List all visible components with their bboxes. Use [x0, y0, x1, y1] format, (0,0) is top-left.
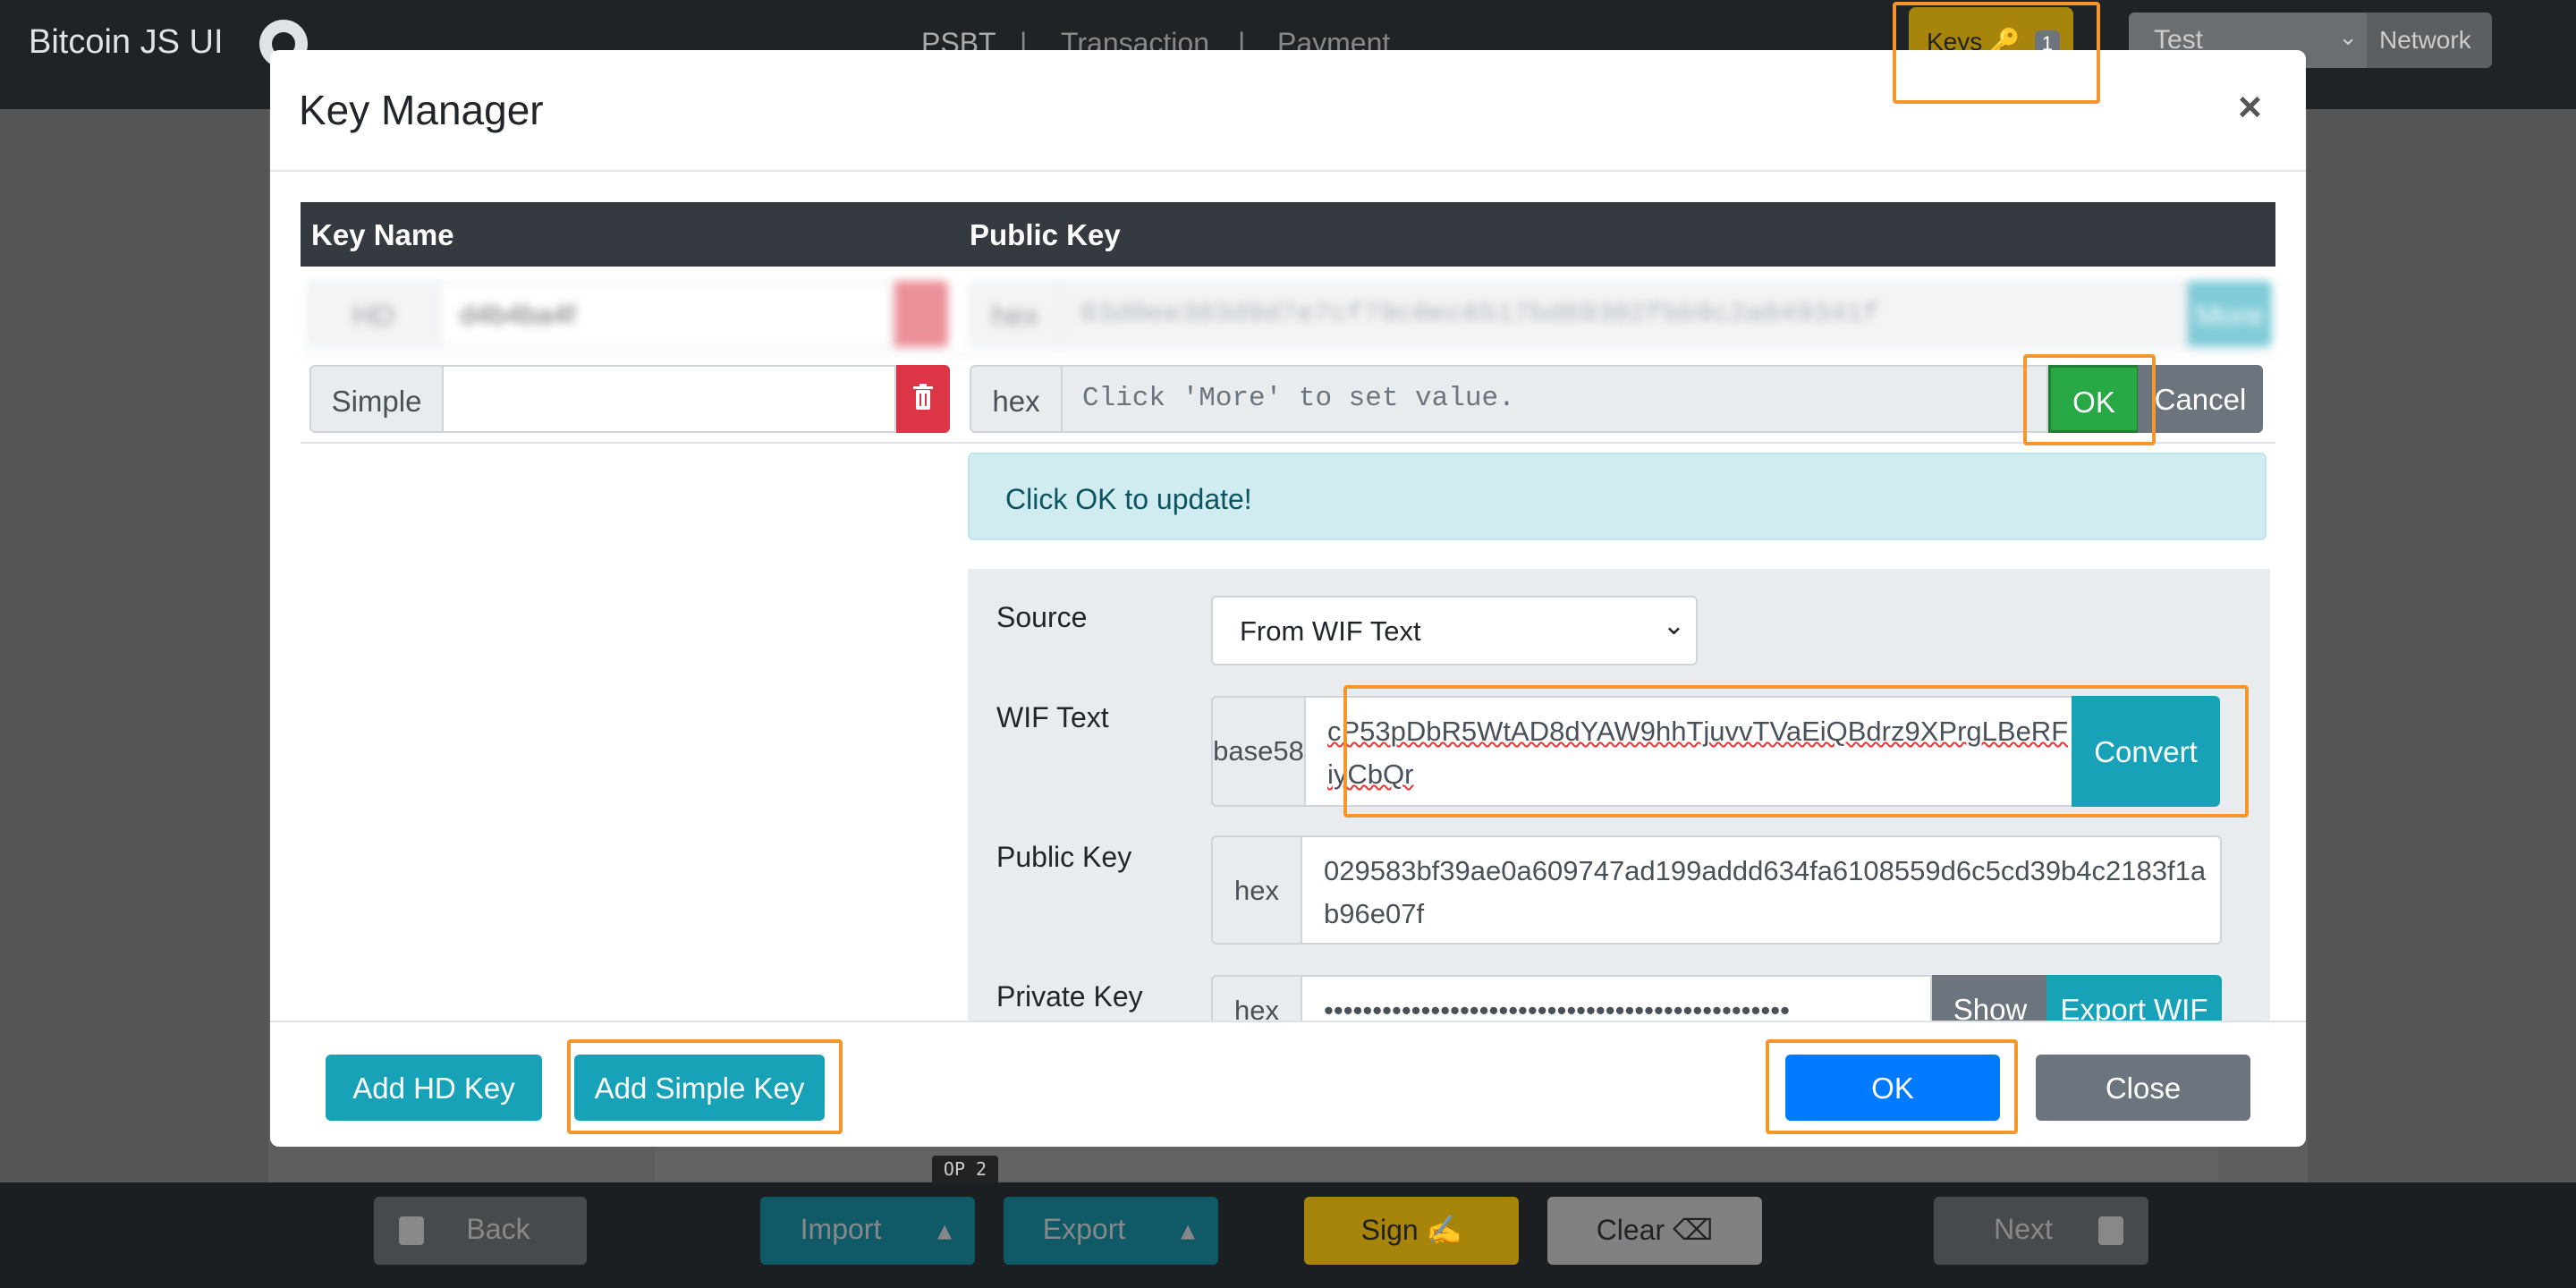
add-hd-key-button[interactable]: Add HD Key: [326, 1055, 542, 1121]
clear-label: Clear: [1596, 1214, 1665, 1246]
clear-button[interactable]: Clear ⌫: [1547, 1197, 1762, 1265]
back-label: Back: [466, 1213, 530, 1245]
op-badge: OP 2: [932, 1156, 998, 1184]
encoding-label: hex: [970, 365, 1063, 433]
table-row: Simple hex Click 'More' to set value. OK…: [301, 356, 2275, 444]
keys-table-header: Key Name Public Key: [301, 202, 2275, 267]
source-label: Source: [996, 601, 1088, 633]
key-detail-form: Source From WIF Text ⌄ WIF Text base58 c…: [968, 569, 2270, 1070]
trash-icon: [913, 384, 933, 410]
modal-footer: Add HD Key Add Simple Key OK Close: [270, 1021, 2306, 1147]
close-icon[interactable]: ×: [2238, 82, 2262, 131]
convert-button[interactable]: Convert: [2072, 696, 2220, 807]
import-label: Import: [800, 1213, 882, 1245]
key-manager-modal: Key Manager × Key Name Public Key HD d4b…: [270, 50, 2306, 1147]
update-alert: Click OK to update!: [968, 453, 2267, 540]
more-button[interactable]: More: [2188, 281, 2272, 347]
public-key-field[interactable]: 03d0ee303d9d7e7cf79c0ec6517bd69302fbb9c2…: [1059, 281, 2188, 347]
key-type-label: HD: [308, 281, 440, 347]
wif-text-value: cP53pDbR5WtAD8dYAW9hhTjuvvTVaEiQBdrz9XPr…: [1327, 716, 2069, 790]
wif-encoding-label: base58: [1211, 696, 1306, 807]
network-button[interactable]: Network: [2367, 13, 2492, 68]
key-name-input[interactable]: [442, 365, 896, 433]
public-key-label: Public Key: [996, 841, 1132, 873]
chevron-left-icon: [399, 1216, 424, 1245]
next-label: Next: [1994, 1213, 2053, 1245]
column-header-key-name: Key Name: [311, 218, 454, 251]
key-type-label: Simple: [309, 365, 444, 433]
brand-title[interactable]: Bitcoin JS UI: [29, 23, 224, 62]
source-select[interactable]: From WIF Text ⌄: [1211, 596, 1698, 665]
caret-up-icon: ▴: [1180, 1214, 1195, 1246]
modal-header: Key Manager ×: [270, 50, 2306, 172]
import-button[interactable]: Import ▴: [760, 1197, 975, 1265]
modal-title: Key Manager: [299, 87, 544, 133]
private-key-label: Private Key: [996, 980, 1143, 1013]
back-button[interactable]: Back: [374, 1197, 587, 1265]
eraser-icon: ⌫: [1673, 1214, 1714, 1246]
signature-icon: ✍: [1426, 1214, 1462, 1246]
chevron-right-icon: [2098, 1216, 2123, 1245]
caret-up-icon: ▴: [936, 1214, 952, 1246]
table-row: HD d4b4ba4f hex 03d0ee303d9d7e7cf79c0ec6…: [301, 268, 2275, 354]
wif-text-input[interactable]: cP53pDbR5WtAD8dYAW9hhTjuvvTVaEiQBdrz9XPr…: [1304, 696, 2073, 807]
row-ok-button[interactable]: OK: [2048, 365, 2140, 433]
delete-key-button[interactable]: [896, 365, 950, 433]
column-header-public-key: Public Key: [970, 218, 1121, 251]
wif-text-label: WIF Text: [996, 701, 1109, 733]
next-button[interactable]: Next: [1934, 1197, 2148, 1265]
delete-key-button[interactable]: [894, 281, 948, 347]
chevron-down-icon: ⌄: [2338, 23, 2358, 50]
sign-label: Sign: [1360, 1214, 1419, 1246]
public-key-encoding-label: hex: [1211, 835, 1302, 945]
export-label: Export: [1042, 1213, 1126, 1245]
close-button[interactable]: Close: [2036, 1055, 2250, 1121]
source-value: From WIF Text: [1240, 615, 1421, 647]
public-key-textarea[interactable]: Click 'More' to set value.: [1061, 365, 2048, 433]
sign-button[interactable]: Sign ✍: [1304, 1197, 1519, 1265]
encoding-label: hex: [970, 281, 1061, 347]
ok-button[interactable]: OK: [1785, 1055, 2000, 1121]
key-name-input[interactable]: d4b4ba4f: [438, 281, 893, 347]
export-button[interactable]: Export ▴: [1004, 1197, 1218, 1265]
public-key-output[interactable]: 029583bf39ae0a609747ad199addd634fa610855…: [1301, 835, 2222, 945]
row-cancel-button[interactable]: Cancel: [2138, 365, 2263, 433]
chevron-down-icon: ⌄: [1662, 611, 1685, 640]
add-simple-key-button[interactable]: Add Simple Key: [574, 1055, 825, 1121]
